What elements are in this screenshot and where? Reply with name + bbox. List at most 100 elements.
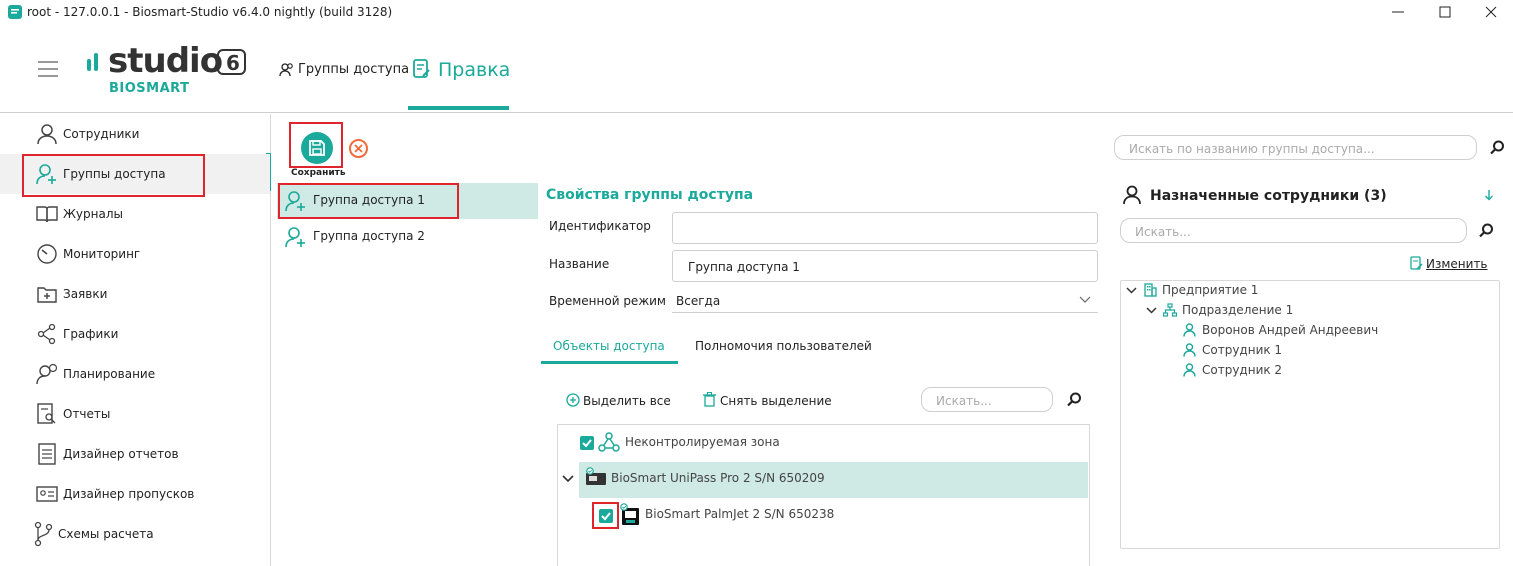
report-search-icon <box>37 403 56 424</box>
group-search-placeholder: Искать по названию группы доступа... <box>1129 142 1375 156</box>
close-icon <box>354 144 363 153</box>
book-icon <box>36 206 58 223</box>
sidebar-item-pass-designer[interactable]: Дизайнер пропусков <box>0 474 270 514</box>
sidebar-item-label: Дизайнер отчетов <box>63 447 179 461</box>
logo-brand: BIOSMART <box>109 81 190 96</box>
change-employees-link[interactable]: Изменить <box>1426 257 1488 271</box>
chevron-down-icon[interactable] <box>1126 287 1137 295</box>
uncontrolled-zone-label[interactable]: Неконтролируемая зона <box>625 435 780 449</box>
palmjet-label: BioSmart PalmJet 2 S/N 650238 <box>645 507 835 521</box>
schedule-label: Временной режим <box>549 294 666 308</box>
employee-node[interactable]: Сотрудник 2 <box>1202 363 1282 377</box>
sidebar-item-label: Графики <box>63 327 119 341</box>
arrow-down-icon[interactable] <box>1484 189 1494 201</box>
subtab-underline <box>541 361 678 364</box>
chevron-down-icon[interactable] <box>1146 307 1157 315</box>
highlight-sidebar-access-groups <box>22 154 205 197</box>
user-icon <box>1183 343 1196 357</box>
sidebar-item-calc-schemes[interactable]: Схемы расчета <box>0 514 270 554</box>
org-structure-icon <box>1163 303 1177 317</box>
hamburger-menu-icon[interactable] <box>38 60 60 78</box>
highlight-palmjet-checkbox <box>592 502 619 529</box>
sidebar-item-reports[interactable]: Отчеты <box>0 394 270 434</box>
tab-user-permissions[interactable]: Полномочия пользователей <box>695 339 872 353</box>
group-list-item-2[interactable]: Группа доступа 2 <box>277 219 538 255</box>
user-icon <box>37 124 57 145</box>
name-value: Группа доступа 1 <box>688 260 800 274</box>
employee-node[interactable]: Сотрудник 1 <box>1202 343 1282 357</box>
tab-edit-underline <box>408 106 509 110</box>
sidebar-item-report-designer[interactable]: Дизайнер отчетов <box>0 434 270 474</box>
objects-search-input[interactable]: Искать... <box>921 387 1053 412</box>
terminal-device-icon <box>586 467 606 485</box>
schedule-select[interactable]: Всегда <box>672 289 1098 313</box>
user-group-icon <box>279 63 293 77</box>
department-node[interactable]: Подразделение 1 <box>1182 303 1293 317</box>
deselect-label[interactable]: Снять выделение <box>720 394 832 408</box>
tab-access-groups-label[interactable]: Группы доступа <box>298 62 409 77</box>
sidebar-item-journals[interactable]: Журналы <box>0 194 270 234</box>
employees-search-input[interactable]: Искать... <box>1120 218 1467 243</box>
schedule-value: Всегда <box>676 294 721 308</box>
sidebar-item-label: Планирование <box>63 367 156 381</box>
app-icon <box>8 5 22 19</box>
edit-document-icon <box>413 59 430 78</box>
search-icon[interactable] <box>1479 223 1494 238</box>
user-group-icon <box>285 227 305 248</box>
chevron-down-icon[interactable] <box>562 475 574 483</box>
save-button-label[interactable]: Сохранить <box>291 168 346 178</box>
id-field[interactable] <box>672 212 1098 244</box>
highlight-save-button <box>289 122 343 168</box>
id-card-icon <box>36 486 58 502</box>
building-icon <box>1144 283 1157 297</box>
plus-circle-icon <box>566 393 580 407</box>
window-title: root - 127.0.0.1 - Biosmart-Studio v6.4.… <box>27 5 393 19</box>
employees-search-placeholder: Искать... <box>1135 225 1191 239</box>
user-icon <box>1183 363 1196 377</box>
sidebar-item-monitoring[interactable]: Мониторинг <box>0 234 270 274</box>
maximize-icon[interactable] <box>1437 4 1453 20</box>
sidebar-item-label: Дизайнер пропусков <box>63 487 195 501</box>
name-field[interactable]: Группа доступа 1 <box>672 250 1098 282</box>
close-window-icon[interactable] <box>1483 4 1499 20</box>
group-search-input[interactable]: Искать по названию группы доступа... <box>1114 135 1477 160</box>
app-header: studio 6 BIOSMART Группы доступа Правка <box>0 26 1513 113</box>
enterprise-node[interactable]: Предприятие 1 <box>1162 283 1258 297</box>
name-label: Название <box>549 257 610 271</box>
search-icon[interactable] <box>1490 140 1505 155</box>
tab-edit[interactable]: Правка <box>438 59 510 81</box>
highlight-group-1 <box>278 183 459 219</box>
trash-icon <box>703 392 716 407</box>
zone-network-icon <box>598 432 620 452</box>
id-label: Идентификатор <box>549 219 651 233</box>
sidebar-item-schedules[interactable]: Графики <box>0 314 270 354</box>
folder-plus-icon <box>37 287 57 303</box>
cancel-button[interactable] <box>349 139 368 158</box>
search-icon[interactable] <box>1067 392 1082 407</box>
gauge-icon <box>37 244 57 264</box>
employee-node[interactable]: Воронов Андрей Андреевич <box>1202 323 1378 337</box>
logo-version: 6 <box>226 51 240 75</box>
branch-icon <box>34 521 53 547</box>
sidebar-item-planning[interactable]: Планирование <box>0 354 270 394</box>
sidebar-item-label: Сотрудники <box>63 127 140 141</box>
select-all-label[interactable]: Выделить все <box>583 394 671 408</box>
report-designer-icon <box>38 443 56 465</box>
uncontrolled-zone-checkbox[interactable] <box>580 436 594 450</box>
sidebar-item-requests[interactable]: Заявки <box>0 274 270 314</box>
minimize-icon[interactable] <box>1390 4 1406 20</box>
properties-title: Свойства группы доступа <box>546 187 754 203</box>
tab-access-objects[interactable]: Объекты доступа <box>553 339 665 353</box>
user-icon <box>1123 185 1141 205</box>
sidebar-item-label: Заявки <box>63 287 108 301</box>
user-clock-icon <box>36 363 58 385</box>
sidebar-item-employees[interactable]: Сотрудники <box>0 114 270 154</box>
objects-search-placeholder: Искать... <box>936 394 992 408</box>
title-bar: root - 127.0.0.1 - Biosmart-Studio v6.4.… <box>0 0 1513 26</box>
sidebar-item-label: Схемы расчета <box>58 527 154 541</box>
logo-mark-icon <box>87 53 98 71</box>
check-icon <box>582 439 592 448</box>
unipass-label: BioSmart UniPass Pro 2 S/N 650209 <box>611 471 825 485</box>
share-icon <box>37 323 56 345</box>
assigned-employees-title: Назначенные сотрудники (3) <box>1150 188 1387 204</box>
